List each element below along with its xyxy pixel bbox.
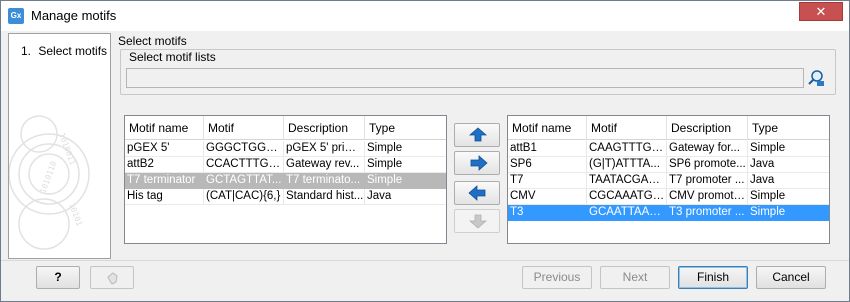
title-bar: Gx Manage motifs ✕: [1, 1, 849, 31]
arrow-down-icon: [468, 214, 488, 229]
column-header-type[interactable]: Type: [365, 116, 446, 139]
window-title: Manage motifs: [31, 8, 117, 23]
finish-button[interactable]: Finish: [678, 266, 748, 289]
cell-motif: CGCAAATGG...: [589, 189, 667, 204]
cell-description: T7 promoter ...: [667, 173, 748, 188]
column-header-motif[interactable]: Motif: [204, 116, 284, 139]
column-header-motif[interactable]: Motif: [587, 116, 667, 139]
cell-description: SP6 promote...: [667, 157, 748, 172]
cell-description: T7 terminato...: [286, 174, 361, 186]
cell-motif: TAATACGAC...: [589, 173, 667, 188]
column-header-motif-name[interactable]: Motif name: [508, 116, 587, 139]
step-number: 1.: [21, 44, 32, 58]
wizard-steps-panel: 1. Select motifs 1010011 1010110 10101: [8, 33, 111, 259]
column-header-description[interactable]: Description: [284, 116, 365, 139]
cell-motif: (CAT|CAC){6,}: [204, 189, 284, 204]
table-header: Motif name Motif Description Type: [125, 116, 446, 140]
cell-description: Gateway for...: [667, 141, 748, 156]
table-row[interactable]: SP6 (G|T)ATTTA... SP6 promote... Java: [508, 157, 829, 173]
step-label: Select motifs: [38, 44, 108, 58]
cell-description: pGEX 5' primer: [286, 141, 365, 156]
cell-motif-name: attB2: [125, 157, 204, 172]
cell-type: Simple: [750, 190, 786, 202]
app-icon: Gx: [8, 8, 24, 24]
undo-hand-icon: [107, 272, 118, 285]
table-row[interactable]: His tag (CAT|CAC){6,} Standard hist... J…: [125, 189, 446, 205]
table-row[interactable]: T7 TAATACGAC... T7 promoter ... Java: [508, 173, 829, 189]
cell-description: Standard hist...: [286, 189, 365, 204]
cell-motif-name: pGEX 5': [125, 141, 204, 156]
table-row[interactable]: attB1 CAAGTTTGT... Gateway for... Simple: [508, 141, 829, 157]
cell-motif-name: CMV: [508, 189, 587, 204]
cell-motif: GCTAGTTAT...: [206, 174, 282, 186]
cell-motif: GGGCTGGCA...: [206, 141, 284, 156]
cancel-button[interactable]: Cancel: [756, 266, 826, 289]
cell-motif: CAAGTTTGT...: [589, 141, 667, 156]
footer-divider: [1, 260, 849, 261]
table-row-selected[interactable]: T3 GCAATTAAC... T3 promoter ... Simple: [508, 205, 829, 221]
help-button[interactable]: ?: [36, 266, 80, 289]
arrow-left-icon: [468, 185, 486, 201]
cell-type: Simple: [750, 206, 786, 218]
cell-type: Simple: [367, 158, 403, 170]
cell-motif-name: SP6: [508, 157, 587, 172]
table-row[interactable]: attB2 CCACTTTGT... Gateway rev... Simple: [125, 157, 446, 173]
search-icon: [808, 70, 824, 86]
cell-description: Gateway rev...: [284, 157, 365, 172]
table-row-selected[interactable]: T7 terminator GCTAGTTAT... T7 terminato.…: [125, 173, 446, 189]
cell-motif-name: attB1: [508, 141, 587, 156]
cell-type: Java: [750, 158, 775, 170]
manage-motifs-dialog: Gx Manage motifs ✕ 1. Select motifs 1010…: [0, 0, 850, 302]
cell-type: Java: [750, 174, 775, 186]
next-button[interactable]: Next: [600, 266, 670, 289]
cell-description: CMV promote...: [669, 189, 748, 204]
table-row[interactable]: pGEX 5' GGGCTGGCA... pGEX 5' primer Simp…: [125, 141, 446, 157]
cell-motif-name: T7: [508, 173, 587, 188]
table-row[interactable]: CMV CGCAAATGG... CMV promote... Simple: [508, 189, 829, 205]
arrow-up-icon: [468, 127, 488, 142]
svg-text:1010011: 1010011: [57, 132, 77, 167]
column-header-motif-name[interactable]: Motif name: [125, 116, 204, 139]
decorative-spiral-graphic: 1010011 1010110 10101: [9, 115, 90, 250]
svg-text:1010110: 1010110: [38, 160, 58, 195]
selected-motifs-table[interactable]: Motif name Motif Description Type attB1 …: [507, 115, 830, 244]
page-title: Select motifs: [118, 34, 187, 48]
step-item-select-motifs: 1. Select motifs: [21, 44, 107, 58]
cell-type: Simple: [367, 174, 403, 186]
motif-lists-field[interactable]: [126, 68, 804, 88]
previous-button[interactable]: Previous: [522, 266, 592, 289]
browse-motif-lists-button[interactable]: [807, 68, 825, 88]
cell-motif-name: His tag: [125, 189, 204, 204]
move-up-button[interactable]: [454, 123, 500, 147]
table-header: Motif name Motif Description Type: [508, 116, 829, 140]
cell-type: Java: [367, 190, 392, 202]
cell-motif-name: T7 terminator: [127, 174, 196, 186]
cell-motif: (G|T)ATTTA...: [587, 157, 667, 172]
column-header-description[interactable]: Description: [667, 116, 748, 139]
cell-motif-name: T3: [510, 206, 524, 218]
cell-description: T3 promoter ...: [669, 206, 745, 218]
available-motifs-table[interactable]: Motif name Motif Description Type pGEX 5…: [124, 115, 447, 244]
restore-defaults-button[interactable]: [90, 266, 134, 289]
column-header-type[interactable]: Type: [748, 116, 829, 139]
remove-left-button[interactable]: [454, 181, 500, 205]
close-button[interactable]: ✕: [799, 2, 843, 21]
move-down-button[interactable]: [454, 209, 500, 233]
add-right-button[interactable]: [454, 151, 500, 175]
motif-lists-label: Select motif lists: [127, 50, 218, 64]
cell-type: Simple: [367, 142, 403, 154]
arrow-right-icon: [470, 155, 488, 171]
cell-motif: GCAATTAAC...: [589, 206, 667, 218]
cell-type: Simple: [750, 142, 786, 154]
cell-motif: CCACTTTGT...: [206, 157, 284, 172]
